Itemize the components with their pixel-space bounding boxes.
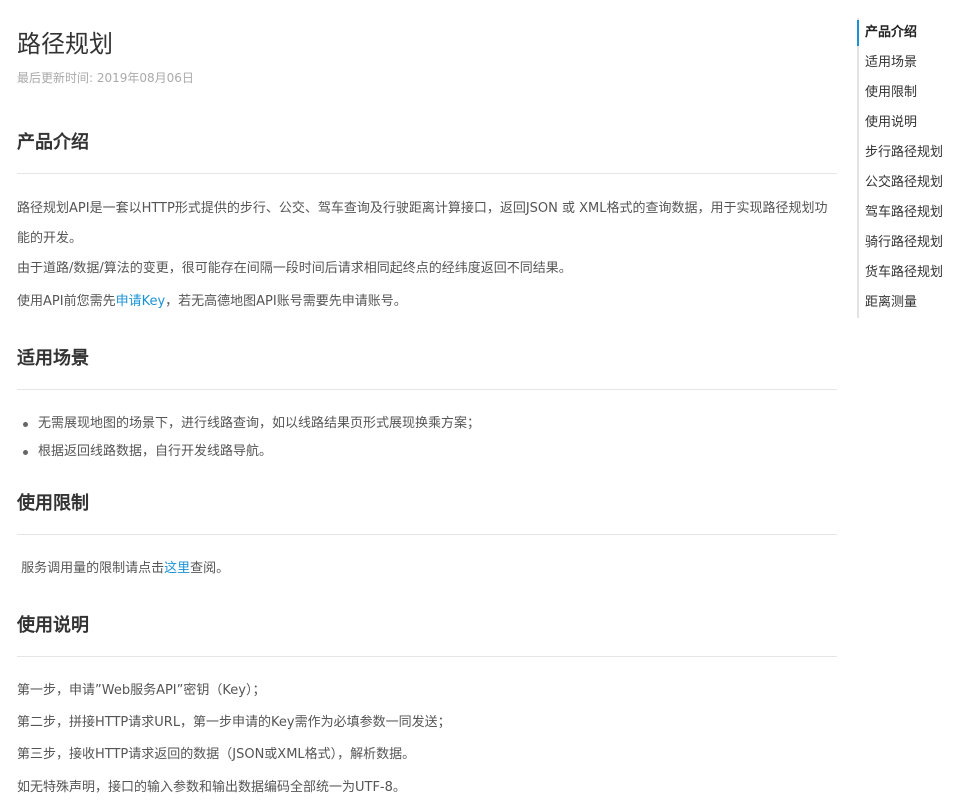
apply-key-link[interactable]: 申请Key (116, 294, 166, 309)
usage-note: 如无特殊声明，接口的输入参数和输出数据编码全部统一为UTF-8。 (17, 780, 406, 795)
table-of-contents: 产品介绍 适用场景 使用限制 使用说明 步行路径规划 公交路径规划 驾车路径规划… (857, 18, 963, 318)
page-title: 路径规划 (17, 30, 113, 58)
intro-text: 使用API前您需先 (17, 294, 116, 309)
toc-item-cycling[interactable]: 骑行路径规划 (859, 228, 963, 258)
last-updated: 最后更新时间: 2019年08月06日 (17, 71, 194, 85)
scenario-text: 根据返回线路数据，自行开发线路导航。 (38, 444, 273, 459)
toc-item-usage[interactable]: 使用说明 (859, 108, 963, 138)
intro-paragraph-1: 路径规划API是一套以HTTP形式提供的步行、公交、驾车查询及行驶距离计算接口，… (17, 201, 828, 246)
scenario-text: 无需展现地图的场景下，进行线路查询，如以线路结果页形式展现换乘方案； (38, 416, 481, 431)
usage-step-3: 第三步，接收HTTP请求返回的数据（JSON或XML格式），解析数据。 (17, 747, 416, 762)
toc-item-transit[interactable]: 公交路径规划 (859, 168, 963, 198)
bullet-icon (23, 450, 28, 455)
toc-item-intro[interactable]: 产品介绍 (857, 18, 963, 48)
limits-text: 服务调用量的限制请点击 (17, 561, 165, 576)
usage-step-2: 第二步，拼接HTTP请求URL，第一步申请的Key需作为必填参数一同发送； (17, 715, 451, 730)
section-divider (17, 389, 837, 390)
scenario-list: 无需展现地图的场景下，进行线路查询，如以线路结果页形式展现换乘方案； 根据返回线… (17, 410, 837, 466)
section-divider (17, 173, 837, 174)
toc-item-driving[interactable]: 驾车路径规划 (859, 198, 963, 228)
limits-paragraph: 服务调用量的限制请点击这里查阅。 (17, 556, 837, 582)
section-title-usage: 使用说明 (17, 615, 89, 636)
toc-item-scenarios[interactable]: 适用场景 (859, 48, 963, 78)
toc-item-walking[interactable]: 步行路径规划 (859, 138, 963, 168)
toc-item-limits[interactable]: 使用限制 (859, 78, 963, 108)
section-divider (17, 656, 837, 657)
toc-item-truck[interactable]: 货车路径规划 (859, 258, 963, 288)
intro-paragraph-3: 使用API前您需先申请Key，若无高德地图API账号需要先申请账号。 (17, 289, 837, 315)
section-title-intro: 产品介绍 (17, 132, 89, 153)
limits-text: 查阅。 (190, 561, 230, 576)
usage-step-1: 第一步，申请”Web服务API”密钥（Key）； (17, 683, 266, 698)
section-title-scenarios: 适用场景 (17, 348, 89, 369)
toc-item-distance[interactable]: 距离测量 (859, 288, 963, 318)
bullet-icon (23, 422, 28, 427)
section-divider (17, 534, 837, 535)
section-title-limits: 使用限制 (17, 493, 89, 514)
intro-paragraph-2: 由于道路/数据/算法的变更，很可能存在间隔一段时间后请求相同起终点的经纬度返回不… (17, 261, 572, 276)
limits-link[interactable]: 这里 (164, 561, 190, 576)
intro-text: ，若无高德地图API账号需要先申请账号。 (165, 294, 407, 309)
list-item: 根据返回线路数据，自行开发线路导航。 (17, 438, 837, 466)
list-item: 无需展现地图的场景下，进行线路查询，如以线路结果页形式展现换乘方案； (17, 410, 837, 438)
